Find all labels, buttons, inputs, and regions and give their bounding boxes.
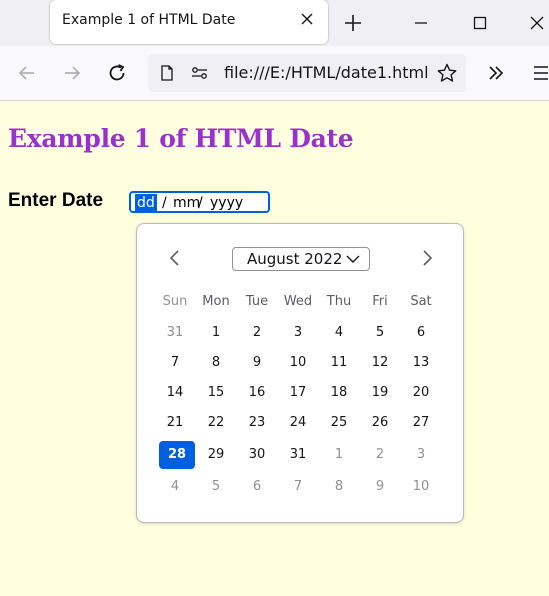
hamburger-icon[interactable] [530,62,549,84]
tab-title: Example 1 of HTML Date [62,12,236,28]
date-day-segment[interactable]: dd [135,194,157,212]
date-input[interactable]: dd / mm / yyyy [129,191,270,213]
calendar-day[interactable]: 3 [403,441,439,469]
calendar-day[interactable]: 22 [198,409,234,437]
calendar-day[interactable]: 7 [157,349,193,377]
calendar-day[interactable]: 11 [321,349,357,377]
calendar-week: 28 29 30 31 1 2 3 [157,441,449,471]
calendar-day[interactable]: 31 [280,441,316,469]
chevron-right-icon[interactable] [417,248,437,268]
close-icon[interactable] [298,10,316,28]
double-chevron-icon[interactable] [485,62,507,84]
calendar-day[interactable]: 6 [403,319,439,347]
calendar-day[interactable]: 1 [321,441,357,469]
calendar-day[interactable]: 20 [403,379,439,407]
weekday-label: Sun [162,294,188,309]
browser-tab[interactable]: Example 1 of HTML Date [50,0,328,44]
maximize-icon[interactable] [469,12,491,34]
calendar-day[interactable]: 7 [280,473,316,501]
calendar-day[interactable]: 27 [403,409,439,437]
weekday-label: Thu [326,294,352,309]
calendar-week: 14 15 16 17 18 19 20 [157,379,449,409]
month-year-select[interactable]: August 2022 [232,247,370,271]
month-year-label: August 2022 [247,250,343,268]
calendar-day[interactable]: 26 [362,409,398,437]
calendar-week: 21 22 23 24 25 26 27 [157,409,449,439]
weekday-label: Tue [245,294,269,309]
forward-arrow-icon[interactable] [61,62,83,84]
calendar-day[interactable]: 29 [198,441,234,469]
star-icon[interactable] [436,62,458,84]
date-label: Enter Date [8,190,104,211]
chevron-down-icon [346,255,360,263]
chevron-left-icon[interactable] [165,248,185,268]
calendar-day[interactable]: 8 [321,473,357,501]
calendar-day[interactable]: 17 [280,379,316,407]
calendar-week: 4 5 6 7 8 9 10 [157,473,449,503]
calendar-day[interactable]: 23 [239,409,275,437]
calendar-popup: August 2022 Sun Mon Tue Wed Thu Fri Sat … [136,223,464,523]
calendar-day[interactable]: 9 [362,473,398,501]
address-bar[interactable]: file:///E:/HTML/date1.html [148,54,466,92]
calendar-day[interactable]: 19 [362,379,398,407]
reload-icon[interactable] [106,62,128,84]
calendar-day[interactable]: 4 [157,473,193,501]
weekday-label: Wed [283,294,313,309]
date-separator: / [162,195,167,211]
calendar-day[interactable]: 24 [280,409,316,437]
navigation-toolbar: file:///E:/HTML/date1.html [0,46,549,101]
date-month-segment[interactable]: mm [173,194,200,212]
weekday-label: Fri [372,294,388,309]
page-heading: Example 1 of HTML Date [8,124,354,153]
tab-bar: Example 1 of HTML Date [0,0,549,46]
calendar-day[interactable]: 18 [321,379,357,407]
permissions-icon[interactable] [190,64,210,82]
weekday-label: Mon [202,294,230,309]
date-separator: / [198,195,203,211]
page-icon[interactable] [158,64,176,82]
calendar-day[interactable]: 31 [157,319,193,347]
calendar-day[interactable]: 3 [280,319,316,347]
calendar-day[interactable]: 21 [157,409,193,437]
calendar-week: 7 8 9 10 11 12 13 [157,349,449,379]
calendar-day[interactable]: 2 [239,319,275,347]
calendar-week: 31 1 2 3 4 5 6 [157,319,449,349]
calendar-day[interactable]: 1 [198,319,234,347]
weekday-header: Sun Mon Tue Wed Thu Fri Sat [157,288,449,318]
calendar-day[interactable]: 6 [239,473,275,501]
calendar-day[interactable]: 14 [157,379,193,407]
calendar-day[interactable]: 5 [198,473,234,501]
calendar-day[interactable]: 8 [198,349,234,377]
calendar-day[interactable]: 16 [239,379,275,407]
calendar-day[interactable]: 4 [321,319,357,347]
close-window-icon[interactable] [526,12,548,34]
calendar-day[interactable]: 9 [239,349,275,377]
calendar-day-selected[interactable]: 28 [159,441,195,469]
minimize-icon[interactable] [410,12,432,34]
calendar-day[interactable]: 10 [403,473,439,501]
calendar-day[interactable]: 13 [403,349,439,377]
calendar-day[interactable]: 12 [362,349,398,377]
calendar-day[interactable]: 10 [280,349,316,377]
weekday-label: Sat [410,294,432,309]
url-text[interactable]: file:///E:/HTML/date1.html [224,63,429,82]
calendar-day[interactable]: 5 [362,319,398,347]
plus-icon[interactable] [342,12,364,34]
calendar-day[interactable]: 30 [239,441,275,469]
back-arrow-icon[interactable] [16,62,38,84]
calendar-day[interactable]: 15 [198,379,234,407]
date-year-segment[interactable]: yyyy [210,194,243,212]
calendar-day[interactable]: 2 [362,441,398,469]
calendar-day[interactable]: 25 [321,409,357,437]
